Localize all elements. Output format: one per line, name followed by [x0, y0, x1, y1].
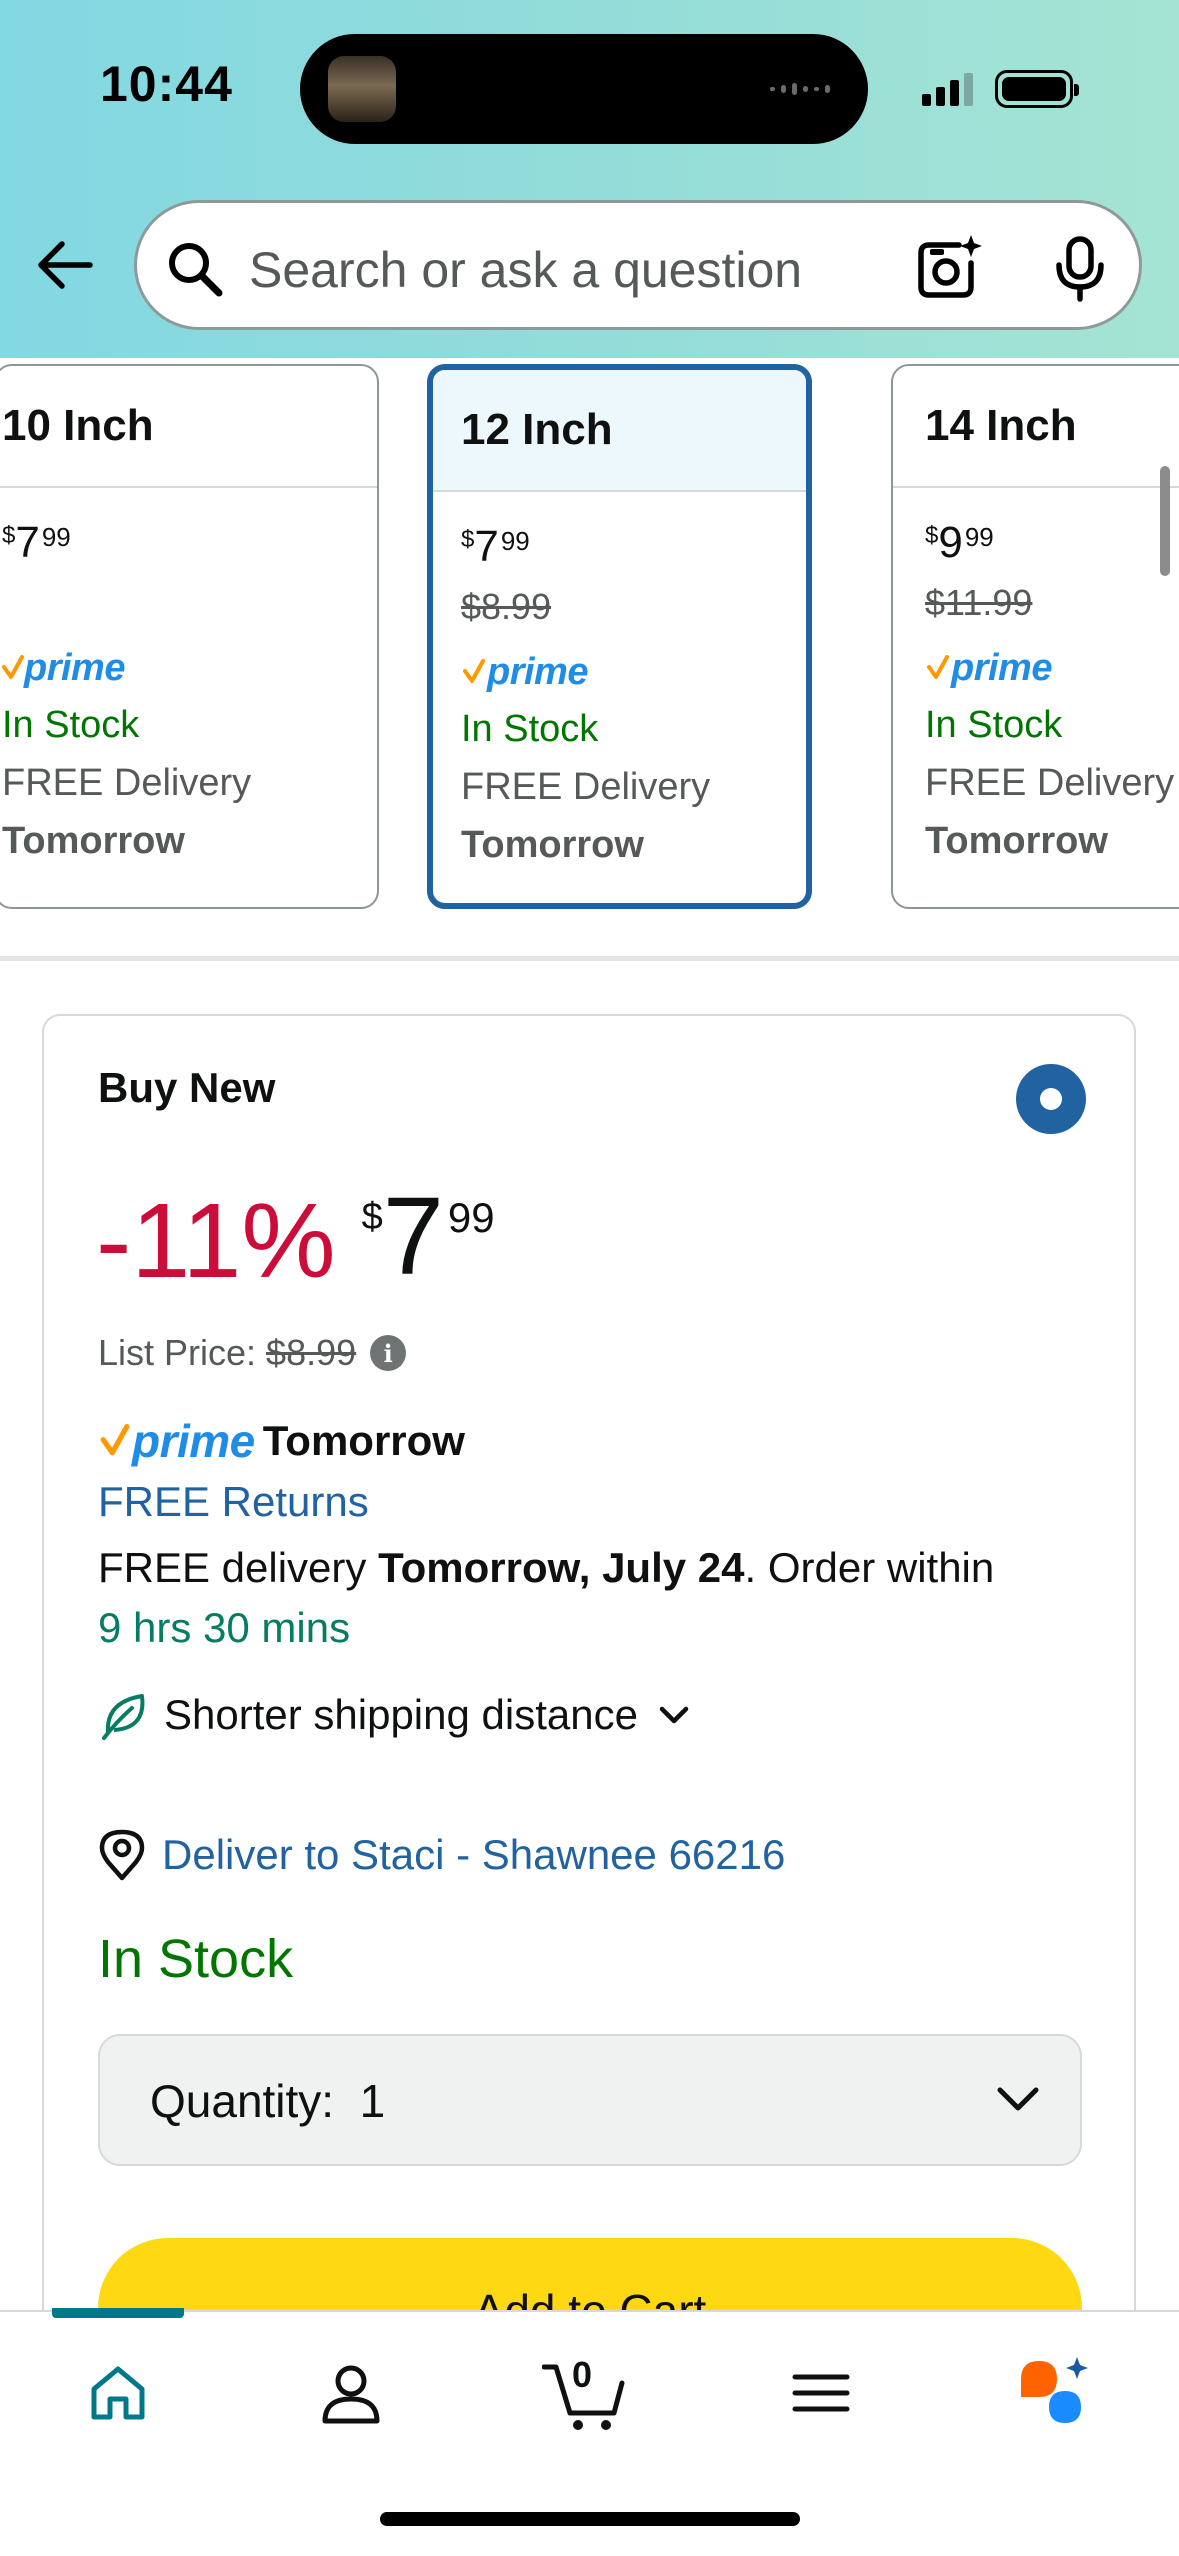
- price-cents: 99: [447, 1194, 495, 1241]
- buy-new-title: Buy New: [98, 1064, 276, 1111]
- prime-check-icon: [927, 655, 949, 679]
- now-playing-artwork: [328, 56, 396, 122]
- assistant-chat-icon: [1021, 2357, 1088, 2423]
- status-indicators: [922, 70, 1079, 108]
- camera-lens-icon[interactable]: [913, 233, 983, 303]
- tab-account[interactable]: [306, 2348, 396, 2438]
- size-option-price: $7 99: [461, 522, 530, 571]
- chevron-down-icon: [997, 2087, 1039, 2111]
- buy-new-radio[interactable]: [1016, 1064, 1086, 1134]
- quantity-value: 1: [359, 2075, 386, 2127]
- buy-box: Buy New -11% $ 7 99 List Price: $8.99 i …: [42, 1014, 1136, 2414]
- delivery-message: FREE delivery Tomorrow, July 24. Order w…: [98, 1544, 995, 1651]
- prime-logo: prime: [2, 640, 125, 696]
- delivery-date: Tomorrow, July 24: [378, 1544, 745, 1591]
- size-option-label: 12 Inch: [433, 370, 806, 492]
- person-icon: [322, 2365, 380, 2424]
- price-block: -11% $ 7 99: [96, 1175, 495, 1300]
- size-option-stock: In Stock: [925, 704, 1063, 746]
- tab-cart[interactable]: 0: [540, 2348, 630, 2438]
- size-option-14-inch[interactable]: 14 Inch $9 99 $11.99 prime In Stock FREE …: [891, 364, 1179, 909]
- list-price-row: List Price: $8.99 i: [98, 1332, 407, 1374]
- tab-menu[interactable]: [776, 2348, 866, 2438]
- search-bar[interactable]: Search or ask a question: [134, 200, 1142, 330]
- size-option-delivery: FREE Delivery: [2, 762, 252, 804]
- quantity-select[interactable]: Quantity: 1: [98, 2034, 1082, 2166]
- tab-rufus-assistant[interactable]: [1010, 2348, 1100, 2438]
- size-option-10-inch[interactable]: 10 Inch $7 99 prime In Stock FREE Deliver…: [0, 364, 379, 909]
- chevron-down-icon: [659, 1706, 689, 1724]
- leaf-icon: [102, 1694, 145, 1740]
- hamburger-menu-icon: [792, 2374, 850, 2412]
- prime-logo: prime: [925, 640, 1052, 696]
- size-option-stock: In Stock: [461, 708, 599, 750]
- deliver-to-label: Deliver to Staci - Shawnee 66216: [162, 1831, 786, 1878]
- free-returns-link[interactable]: FREE Returns: [98, 1478, 369, 1526]
- audio-wave-icon: [770, 82, 840, 96]
- info-icon[interactable]: i: [370, 1335, 407, 1371]
- size-option-list-price: $11.99: [925, 582, 1033, 623]
- shorter-shipping-label: Shorter shipping distance: [164, 1691, 638, 1738]
- battery-icon: [995, 70, 1079, 108]
- prime-delivery-day: Tomorrow: [262, 1417, 465, 1464]
- size-option-price: $7 99: [2, 518, 71, 567]
- tab-home[interactable]: [73, 2348, 163, 2438]
- size-option-price: $9 99: [925, 518, 994, 567]
- size-option-list-price: [2, 582, 377, 640]
- app-header: 10:44 Search or ask a question: [0, 0, 1179, 358]
- list-price-label: List Price:: [98, 1332, 257, 1373]
- home-indicator[interactable]: [380, 2512, 800, 2526]
- section-divider: [0, 956, 1179, 961]
- microphone-icon[interactable]: [1045, 233, 1115, 303]
- order-countdown: 9 hrs 30 mins: [98, 1604, 351, 1651]
- back-arrow-icon[interactable]: [30, 230, 100, 300]
- shorter-shipping-toggle[interactable]: Shorter shipping distance: [98, 1688, 694, 1742]
- home-icon: [91, 2366, 145, 2420]
- deliver-to-link[interactable]: Deliver to Staci - Shawnee 66216: [98, 1828, 785, 1882]
- bottom-tab-bar: 0: [0, 2308, 1179, 2556]
- prime-check-icon: [2, 655, 24, 679]
- size-option-label: 10 Inch: [0, 366, 377, 488]
- size-option-delivery-day: Tomorrow: [461, 824, 644, 866]
- size-option-delivery: FREE Delivery: [925, 762, 1175, 804]
- scrollbar[interactable]: [1160, 466, 1170, 576]
- prime-delivery-row: prime Tomorrow: [98, 1414, 465, 1468]
- location-pin-icon: [99, 1829, 145, 1881]
- discount-percent: -11%: [96, 1182, 336, 1300]
- size-option-stock: In Stock: [2, 704, 140, 746]
- active-tab-indicator: [52, 2308, 184, 2318]
- prime-check-icon: [463, 659, 485, 683]
- search-input[interactable]: Search or ask a question: [249, 241, 802, 299]
- status-time: 10:44: [100, 56, 233, 112]
- price-symbol: $: [361, 1196, 383, 1238]
- size-option-delivery: FREE Delivery: [461, 766, 711, 808]
- prime-logo: prime: [461, 644, 588, 700]
- price-whole: 7: [382, 1175, 444, 1298]
- stock-status: In Stock: [98, 1929, 294, 1989]
- size-option-list-price: $8.99: [461, 586, 552, 627]
- quantity-label: Quantity: 1: [150, 2075, 386, 2127]
- size-option-label: 14 Inch: [893, 366, 1179, 488]
- size-option-12-inch[interactable]: 12 Inch $7 99 $8.99 prime In Stock FREE D…: [427, 364, 812, 909]
- prime-check-icon: [100, 1424, 130, 1456]
- cart-count-badge: 0: [571, 2354, 593, 2395]
- size-swatch-carousel[interactable]: 10 Inch $7 99 prime In Stock FREE Deliver…: [0, 358, 1179, 958]
- size-option-delivery-day: Tomorrow: [925, 820, 1108, 862]
- search-icon: [165, 239, 225, 299]
- list-price-value: $8.99: [266, 1332, 357, 1373]
- dynamic-island: [300, 34, 868, 144]
- size-option-delivery-day: Tomorrow: [2, 820, 185, 862]
- cellular-signal-icon: [922, 72, 973, 106]
- prime-logo: prime: [98, 1414, 255, 1468]
